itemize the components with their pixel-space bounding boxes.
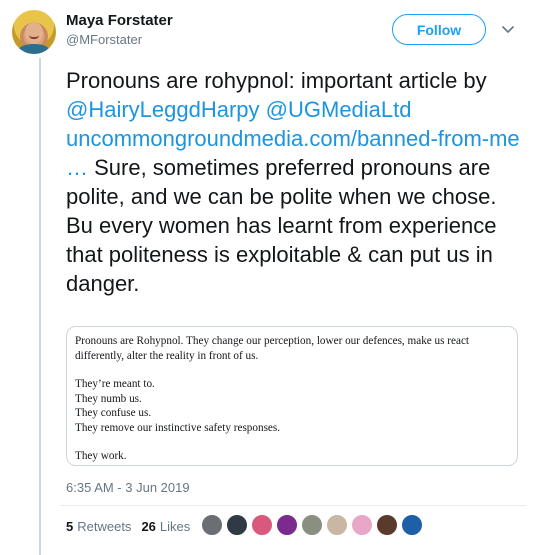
likes-count: 26 xyxy=(141,519,156,534)
quote-image-card[interactable]: Pronouns are Rohypnol. They change our p… xyxy=(66,326,518,466)
follow-button[interactable]: Follow xyxy=(392,14,486,45)
liker-avatar[interactable] xyxy=(301,514,323,536)
mention-ugmedialtd[interactable]: @UGMediaLtd xyxy=(266,97,412,122)
liker-avatar[interactable] xyxy=(251,514,273,536)
author-handle[interactable]: @MForstater xyxy=(66,32,142,47)
mention-hairyleggdharpy[interactable]: @HairyLeggdHarpy xyxy=(66,97,260,122)
author-name[interactable]: Maya Forstater xyxy=(66,12,173,29)
tweet-stats: 5 Retweets 26 Likes xyxy=(66,519,200,534)
avatar-shirt xyxy=(18,44,50,54)
liker-avatar[interactable] xyxy=(401,514,423,536)
liker-avatar[interactable] xyxy=(201,514,223,536)
liker-avatar[interactable] xyxy=(326,514,348,536)
quote-paragraph-1: Pronouns are Rohypnol. They change our p… xyxy=(75,335,470,362)
avatar[interactable] xyxy=(12,10,56,54)
quote-line-3: They confuse us. xyxy=(75,407,152,419)
likes-label: Likes xyxy=(159,519,191,534)
quote-line-5: They work. xyxy=(75,450,127,462)
tweet-text-part-1: Pronouns are rohypnol: important article… xyxy=(66,68,487,93)
liker-avatar[interactable] xyxy=(351,514,373,536)
liker-avatar[interactable] xyxy=(276,514,298,536)
quote-line-1: They’re meant to. xyxy=(75,378,155,390)
quote-line-4: They remove our instinctive safety respo… xyxy=(75,421,281,434)
retweets-label: Retweets xyxy=(77,519,132,534)
tweet-timestamp[interactable]: 6:35 AM - 3 Jun 2019 xyxy=(66,480,190,495)
liker-avatar[interactable] xyxy=(376,514,398,536)
avatar-face xyxy=(25,22,43,44)
tweet-text-part-2: Sure, sometimes preferred pronouns are p… xyxy=(66,155,497,296)
liker-avatars xyxy=(201,514,426,536)
chevron-down-icon[interactable] xyxy=(500,22,516,38)
liker-avatar[interactable] xyxy=(226,514,248,536)
divider xyxy=(60,505,526,506)
likes-stat[interactable]: 26 Likes xyxy=(141,519,190,534)
quote-line-2: They numb us. xyxy=(75,392,142,405)
thread-line xyxy=(39,58,41,555)
tweet-text: Pronouns are rohypnol: important article… xyxy=(66,66,522,298)
retweets-count: 5 xyxy=(66,519,74,534)
retweets-stat[interactable]: 5 Retweets xyxy=(66,519,131,534)
